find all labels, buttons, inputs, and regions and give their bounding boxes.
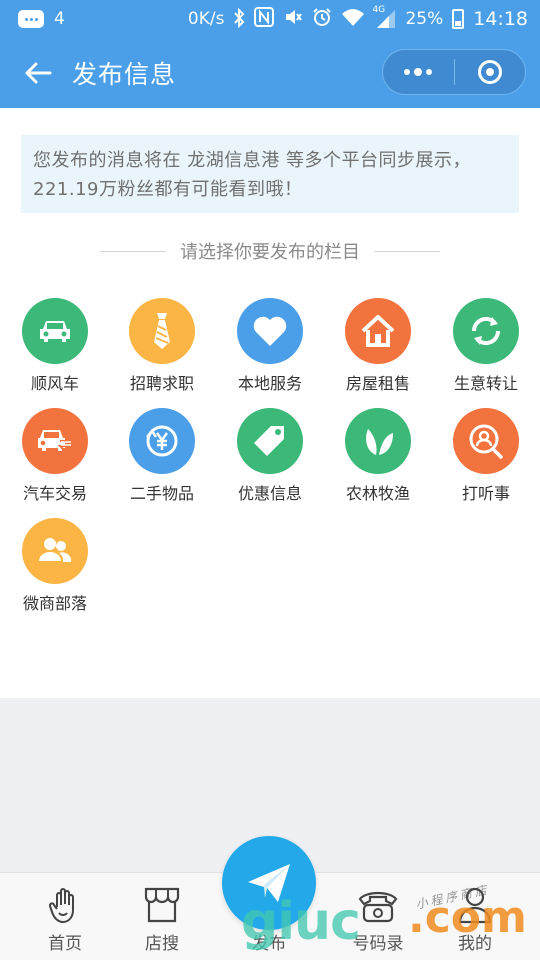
- status-bar: 4 0K/s 4G 25% 14:18: [0, 0, 540, 38]
- category-second-hand[interactable]: 二手物品: [112, 408, 212, 512]
- network-type: 4G: [372, 5, 386, 15]
- car-icon: [22, 298, 88, 364]
- notification-count: 4: [54, 9, 65, 29]
- bluetooth-icon: [233, 7, 245, 31]
- category-local-service[interactable]: 本地服务: [220, 298, 320, 402]
- shop-icon: [141, 885, 183, 925]
- sync-notice: 您发布的消息将在 龙湖信息港 等多个平台同步展示，221.19万粉丝都有可能看到…: [21, 135, 519, 213]
- network-speed: 0K/s: [187, 9, 225, 29]
- category-label: 生意转让: [453, 374, 518, 393]
- yen-icon: [129, 408, 195, 474]
- tab-home[interactable]: 首页: [15, 873, 115, 960]
- tab-label: 号码录: [352, 934, 404, 954]
- tab-mine[interactable]: 我的: [425, 873, 525, 960]
- user-icon: [455, 885, 495, 925]
- category-label: 农林牧渔: [345, 484, 410, 503]
- tab-label: 发布: [252, 934, 286, 954]
- card-bottom-padding: [0, 644, 540, 698]
- paper-plane-icon: [248, 864, 290, 902]
- battery-percent: 25%: [405, 9, 444, 29]
- tab-label: 我的: [458, 934, 492, 954]
- page-title: 发布信息: [72, 60, 177, 89]
- section-heading-row: 请选择你要发布的栏目: [0, 236, 540, 266]
- heart-icon: [237, 298, 303, 364]
- category-label: 房屋租售: [345, 374, 410, 393]
- group-icon: [22, 518, 88, 584]
- publish-fab[interactable]: [222, 836, 316, 930]
- search-person-icon: [453, 408, 519, 474]
- house-icon: [345, 298, 411, 364]
- car-exchange-icon: [22, 408, 88, 474]
- section-heading: 请选择你要发布的栏目: [180, 242, 360, 263]
- category-label: 优惠信息: [237, 484, 302, 503]
- tie-icon: [129, 298, 195, 364]
- miniprogram-capsule: [382, 49, 526, 95]
- mute-icon: [283, 7, 303, 32]
- more-button[interactable]: [383, 50, 454, 94]
- tab-shop-search[interactable]: 店搜: [112, 873, 212, 960]
- battery-icon: [452, 9, 465, 29]
- tab-label: 首页: [48, 934, 82, 954]
- category-inquiry[interactable]: 打听事: [436, 408, 536, 512]
- close-target-icon: [477, 60, 502, 84]
- category-jobs[interactable]: 招聘求职: [112, 298, 212, 402]
- clock: 14:18: [473, 8, 528, 30]
- nfc-icon: [254, 6, 275, 32]
- category-discounts[interactable]: 优惠信息: [220, 408, 320, 512]
- alarm-icon: [312, 7, 332, 32]
- nav-bar: 发布信息: [0, 38, 540, 108]
- wifi-icon: [341, 7, 365, 32]
- category-business-transfer[interactable]: 生意转让: [436, 298, 536, 402]
- category-label: 二手物品: [129, 484, 194, 503]
- tab-directory[interactable]: 号码录: [328, 873, 428, 960]
- category-label: 汽车交易: [22, 484, 87, 503]
- divider-line-left: [100, 250, 166, 252]
- chat-bubble-icon: [18, 10, 44, 28]
- hand-icon: [45, 885, 85, 925]
- category-label: 顺风车: [30, 374, 79, 393]
- category-housing[interactable]: 房屋租售: [328, 298, 428, 402]
- category-agriculture[interactable]: 农林牧渔: [328, 408, 428, 512]
- back-arrow-icon[interactable]: [18, 53, 58, 93]
- signal-icon: 4G: [372, 5, 396, 29]
- category-label: 微商部落: [22, 594, 87, 613]
- category-wechat-merchants[interactable]: 微商部落: [5, 518, 105, 622]
- leaf-icon: [345, 408, 411, 474]
- divider-line-right: [374, 250, 440, 252]
- close-button[interactable]: [455, 50, 526, 94]
- publish-card: 您发布的消息将在 龙湖信息港 等多个平台同步展示，221.19万粉丝都有可能看到…: [0, 108, 540, 644]
- category-label: 招聘求职: [129, 374, 194, 393]
- category-label: 打听事: [461, 484, 510, 503]
- category-label: 本地服务: [237, 374, 302, 393]
- transfer-icon: [453, 298, 519, 364]
- more-dots-icon: [404, 68, 433, 76]
- category-car-trade[interactable]: 汽车交易: [5, 408, 105, 512]
- tab-label: 店搜: [145, 934, 179, 954]
- category-carpool[interactable]: 顺风车: [5, 298, 105, 402]
- tag-icon: [237, 408, 303, 474]
- phone-icon: [356, 885, 400, 925]
